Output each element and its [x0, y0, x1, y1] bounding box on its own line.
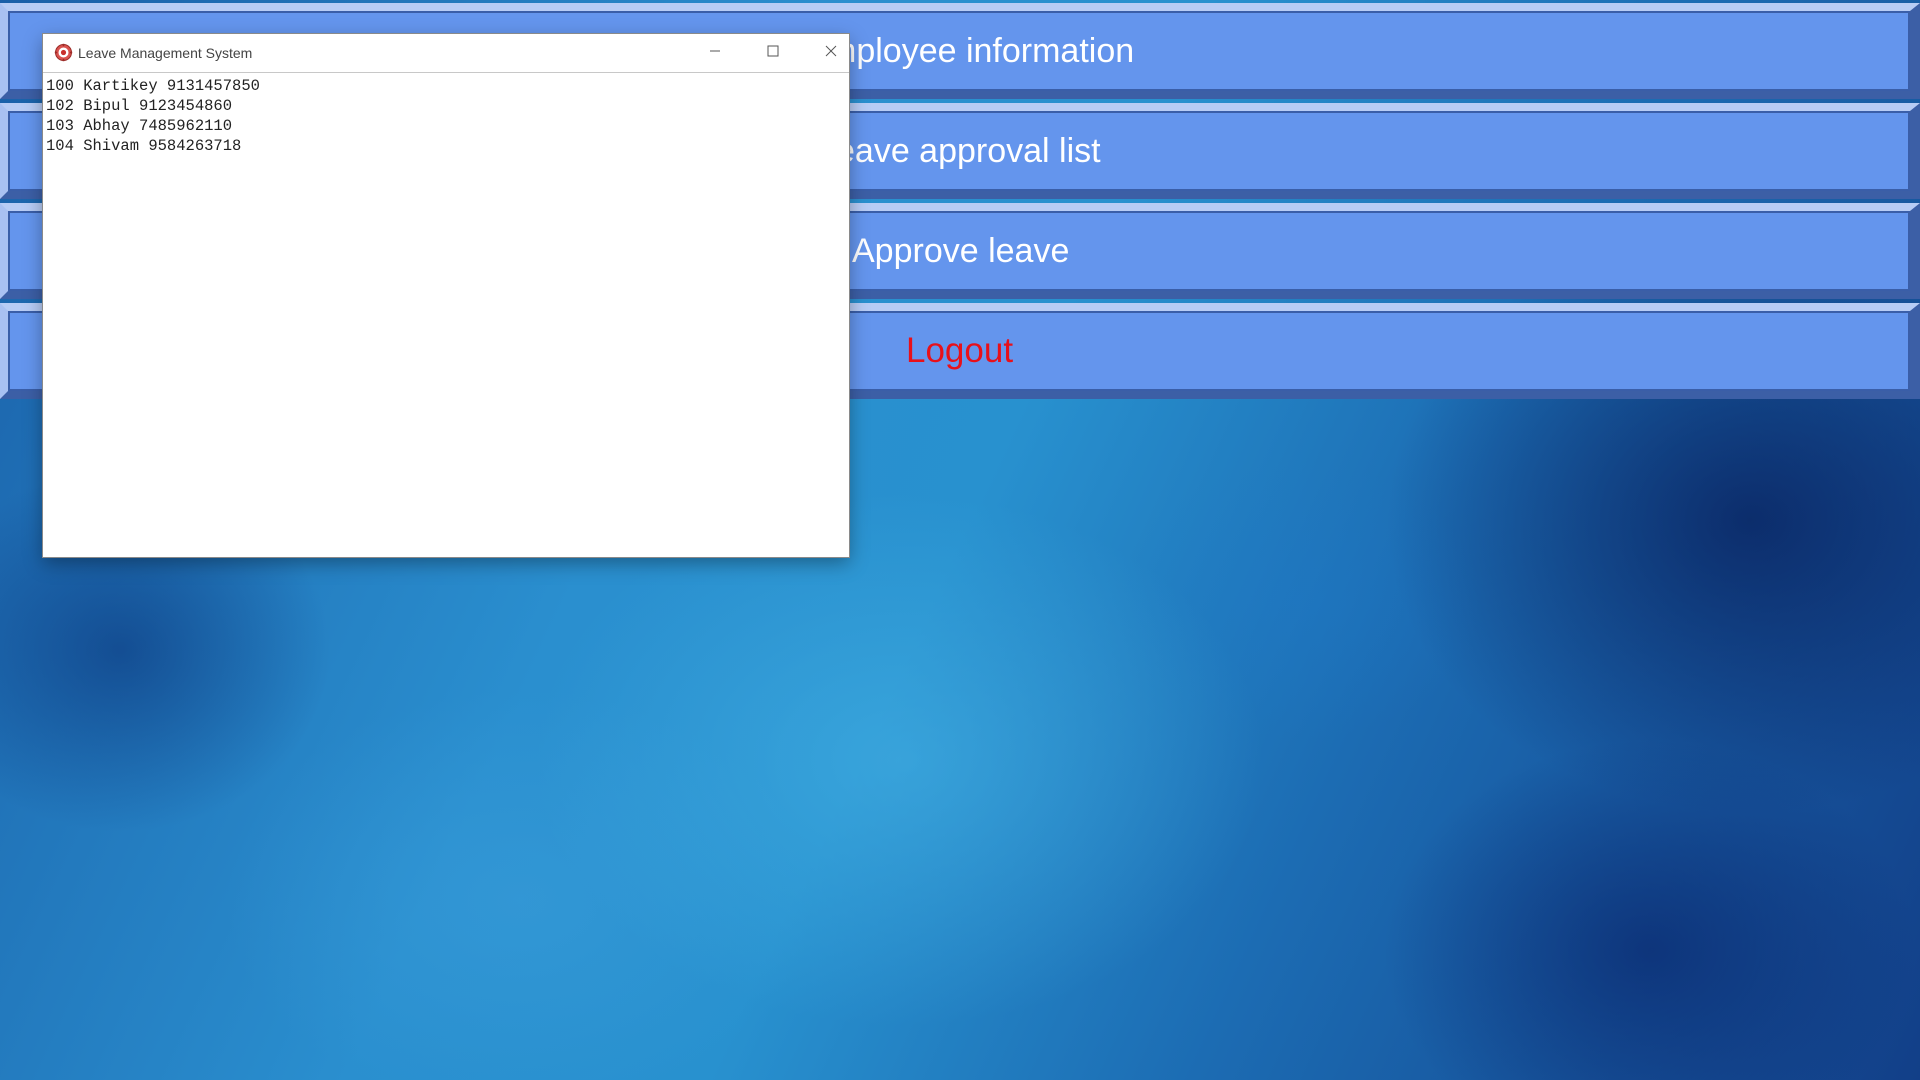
app-gear-icon [54, 43, 73, 62]
minimize-icon [709, 44, 721, 62]
employee-records-area[interactable]: 100 Kartikey 9131457850 102 Bipul 912345… [43, 73, 849, 156]
employee-record-line: 100 Kartikey 9131457850 [46, 77, 260, 95]
employee-information-label: mployee information [828, 32, 1135, 70]
close-icon [825, 44, 837, 62]
close-button[interactable] [802, 34, 860, 72]
maximize-button[interactable] [744, 34, 802, 72]
title-bar[interactable]: Leave Management System [43, 34, 849, 73]
leave-approval-list-label: eave approval list [836, 132, 1101, 170]
maximize-icon [767, 44, 779, 62]
employee-record-line: 102 Bipul 9123454860 [46, 97, 233, 115]
employee-record-line: 103 Abhay 7485962110 [46, 117, 233, 135]
desktop-background: mployee information eave approval list A… [0, 0, 1920, 1080]
employee-record-line: 104 Shivam 9584263718 [46, 137, 242, 155]
approve-leave-label: Approve leave [852, 232, 1070, 270]
minimize-button[interactable] [686, 34, 744, 72]
leave-management-window: Leave Management System 100 Kartikey 913… [43, 34, 849, 557]
logout-label: Logout [906, 331, 1014, 370]
window-title: Leave Management System [78, 45, 253, 61]
